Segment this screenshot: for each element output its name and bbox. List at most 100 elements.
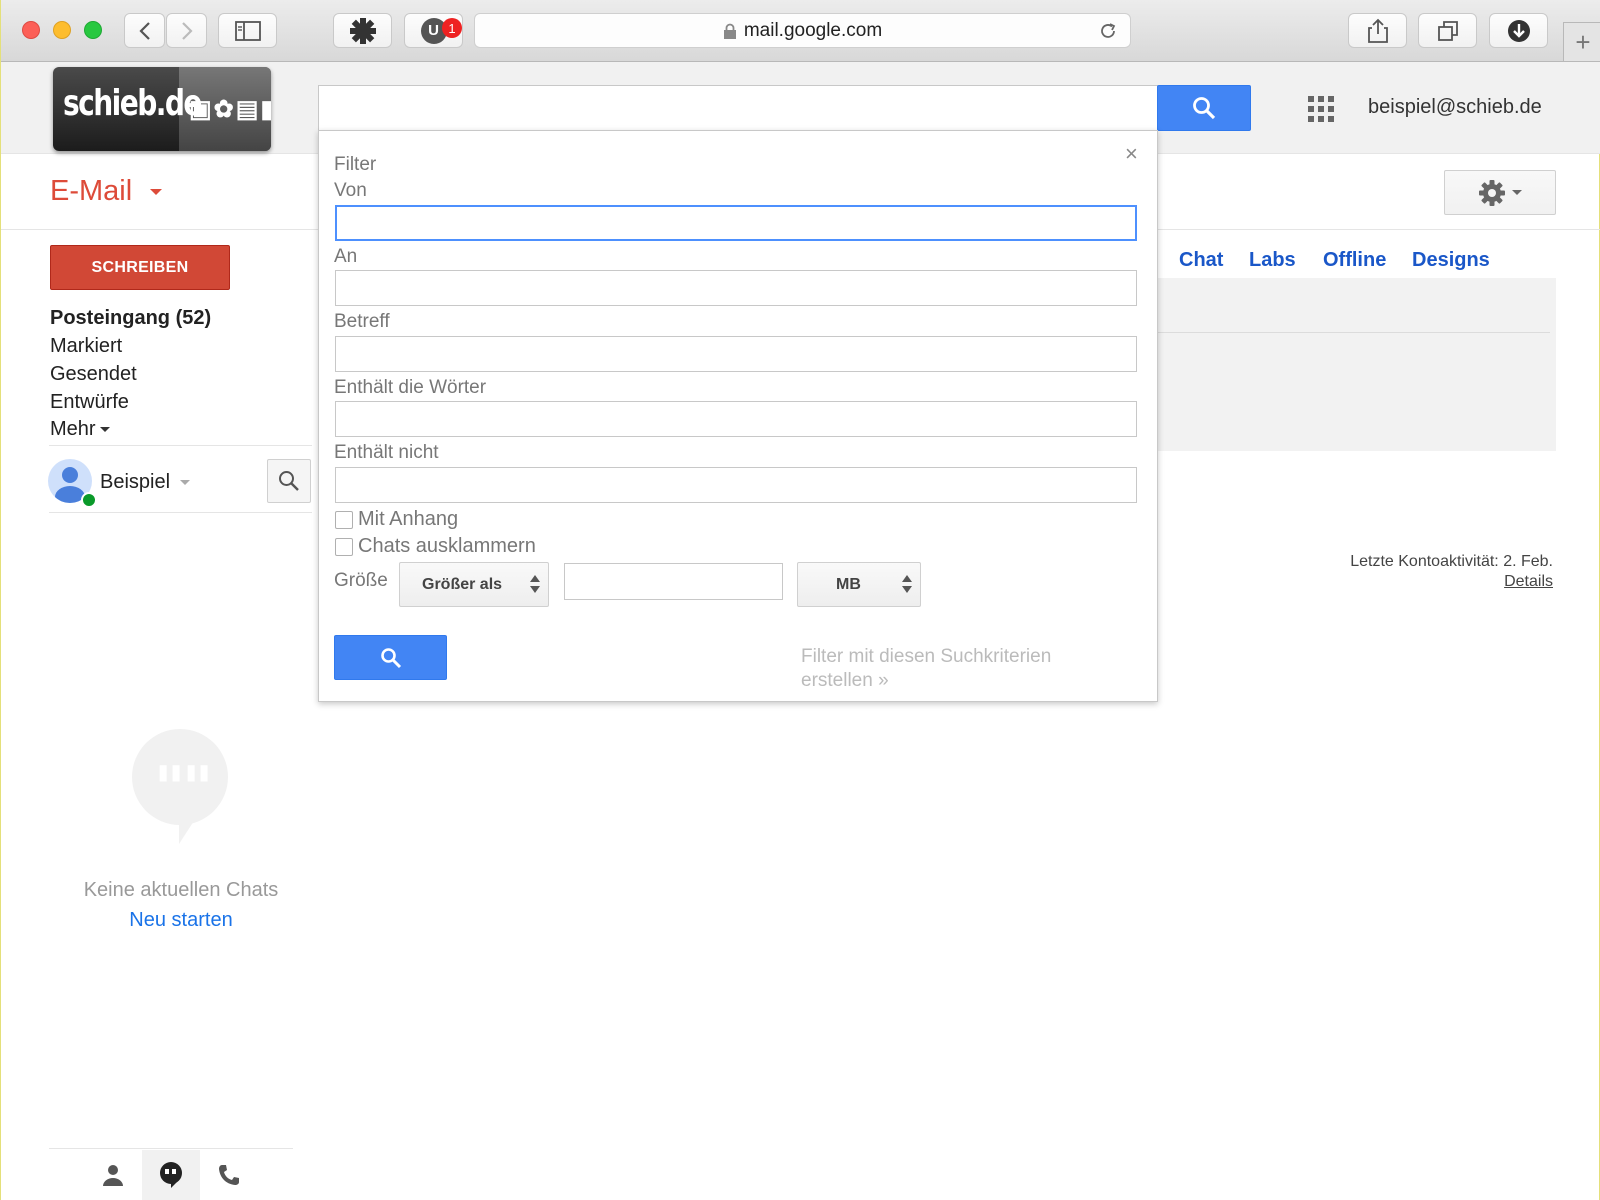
caret-down-icon — [180, 480, 191, 485]
extension-button[interactable] — [333, 13, 392, 48]
to-field[interactable] — [335, 270, 1137, 306]
details-link[interactable]: Details — [1481, 573, 1553, 591]
subject-field[interactable] — [335, 336, 1137, 372]
search-icon — [1193, 97, 1216, 120]
settings-panel — [1158, 278, 1556, 451]
phone-icon — [219, 1165, 239, 1185]
compose-button[interactable]: SCHREIBEN — [50, 245, 230, 290]
nav-item-drafts[interactable]: Entwürfe — [50, 391, 129, 414]
mail-search-button[interactable] — [1157, 85, 1251, 131]
size-operator-select[interactable]: Größer als — [399, 562, 549, 607]
browser-toolbar: U 1 mail.google.com + — [1, 0, 1600, 62]
close-icon[interactable]: × — [1125, 141, 1138, 167]
from-label: Von — [334, 180, 367, 201]
extension-count-badge: 1 — [442, 18, 462, 38]
filter-title: Filter — [334, 154, 377, 175]
search-icon — [380, 647, 401, 668]
mail-search-input[interactable] — [318, 85, 1158, 131]
hangouts-icon — [160, 1162, 182, 1188]
subject-label: Betreff — [334, 311, 390, 332]
from-field[interactable] — [335, 205, 1137, 241]
filter-search-button[interactable] — [334, 635, 447, 680]
exclude-chats-checkbox[interactable] — [335, 538, 353, 556]
plus-icon: + — [1575, 26, 1591, 57]
back-button[interactable] — [124, 13, 165, 48]
create-filter-link[interactable]: Filter mit diesen Suchkriterien erstelle… — [801, 645, 1101, 693]
ublock-extension-button[interactable]: U 1 — [404, 13, 463, 48]
settings-button[interactable] — [1444, 170, 1556, 215]
extension-letter: U — [428, 22, 439, 39]
contacts-tab[interactable] — [84, 1150, 142, 1200]
tab-designs[interactable]: Designs — [1412, 249, 1490, 272]
share-icon — [1367, 18, 1388, 43]
start-chat-link[interactable]: Neu starten — [1, 909, 361, 932]
share-button[interactable] — [1348, 13, 1407, 48]
online-status-dot — [81, 492, 97, 508]
nav-item-starred[interactable]: Markiert — [50, 335, 122, 358]
hangouts-bubble-tail — [179, 810, 201, 844]
app-switcher[interactable]: E-Mail — [50, 175, 163, 208]
url-text: mail.google.com — [743, 19, 883, 41]
chat-search-button[interactable] — [267, 459, 311, 503]
chevron-left-icon — [138, 21, 150, 40]
last-activity-text: Letzte Kontoaktivität: 2. Feb. — [1350, 553, 1553, 570]
tab-chat[interactable]: Chat — [1179, 249, 1223, 272]
tabs-overview-button[interactable] — [1418, 13, 1477, 48]
logo-text: schieb.de — [63, 83, 202, 124]
not-words-field[interactable] — [335, 467, 1137, 503]
app-title: E-Mail — [50, 175, 133, 207]
close-window-button[interactable] — [22, 21, 40, 39]
size-value-field[interactable] — [564, 563, 783, 600]
to-label: An — [334, 246, 358, 267]
has-words-field[interactable] — [335, 401, 1137, 437]
has-attachment-checkbox[interactable] — [335, 511, 353, 529]
settings-divider — [1158, 332, 1550, 333]
tab-offline[interactable]: Offline — [1323, 249, 1386, 272]
tabs-icon — [1437, 20, 1458, 41]
chat-user-name: Beispiel — [100, 471, 171, 493]
chat-footer-divider — [49, 1148, 293, 1149]
reload-icon[interactable] — [1097, 20, 1119, 42]
tab-labs[interactable]: Labs — [1249, 249, 1296, 272]
browser-window: U 1 mail.google.com + schieb.de ▣✿▤▮ bei… — [0, 0, 1600, 1200]
sidebar-toggle-button[interactable] — [218, 13, 277, 48]
size-operator-value: Größer als — [422, 575, 503, 593]
has-words-label: Enthält die Wörter — [334, 377, 487, 398]
lock-icon — [723, 23, 736, 39]
size-label: Größe — [334, 570, 388, 591]
hangouts-tab[interactable] — [142, 1150, 200, 1200]
select-arrows-icon — [530, 575, 540, 595]
chat-divider — [49, 512, 312, 513]
chat-status-menu[interactable]: Beispiel — [100, 471, 191, 494]
no-chats-text: Keine aktuellen Chats — [83, 879, 279, 901]
apps-grid-icon[interactable] — [1308, 96, 1334, 122]
select-arrows-icon — [902, 575, 912, 595]
nav-more-label: Mehr — [50, 418, 96, 440]
account-email[interactable]: beispiel@schieb.de — [1368, 96, 1542, 119]
address-bar[interactable]: mail.google.com — [474, 13, 1131, 48]
gear-icon — [1479, 179, 1505, 206]
phone-tab[interactable] — [200, 1150, 258, 1200]
size-unit-select[interactable]: MB — [797, 562, 921, 607]
search-icon — [279, 471, 299, 491]
chevron-right-icon — [181, 21, 193, 40]
size-unit-value: MB — [836, 575, 861, 593]
has-attachment-label: Mit Anhang — [358, 508, 459, 530]
new-tab-button[interactable]: + — [1563, 22, 1600, 62]
caret-down-icon — [99, 427, 110, 432]
nav-divider — [49, 445, 312, 446]
nav-item-sent[interactable]: Gesendet — [50, 363, 137, 386]
zoom-window-button[interactable] — [84, 21, 102, 39]
chevron-down-icon — [1512, 190, 1522, 195]
forward-button[interactable] — [166, 13, 207, 48]
nav-item-inbox[interactable]: Posteingang (52) — [50, 307, 211, 330]
downloads-button[interactable] — [1489, 13, 1548, 48]
logo[interactable]: schieb.de ▣✿▤▮ — [53, 67, 271, 151]
puzzle-icon — [349, 17, 376, 44]
nav-item-more[interactable]: Mehr — [50, 418, 110, 441]
sidebar-icon — [234, 20, 261, 41]
caret-down-icon — [150, 188, 163, 195]
minimize-window-button[interactable] — [53, 21, 71, 39]
not-words-label: Enthält nicht — [334, 442, 439, 463]
download-icon — [1507, 19, 1530, 42]
